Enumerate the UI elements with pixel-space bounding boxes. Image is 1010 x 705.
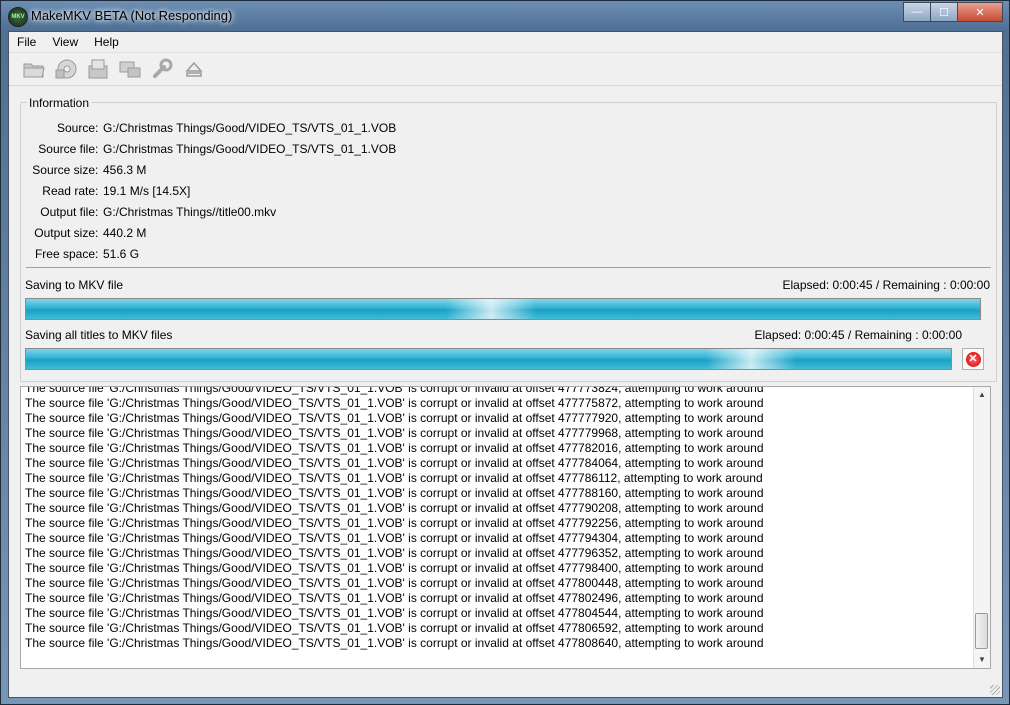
info-row-free-space: Free space: 51.6 G (21, 247, 139, 265)
client-area: File View Help Information Source: G:/C… (8, 31, 1003, 698)
maximize-button[interactable]: ☐ (930, 2, 958, 22)
app-window: MKV MakeMKV BETA (Not Responding) — ☐ ✕ … (0, 0, 1010, 705)
log-line: The source file 'G:/Christmas Things/Goo… (25, 591, 764, 605)
information-title: Information (27, 96, 92, 110)
info-value: 19.1 M/s [14.5X] (103, 184, 191, 198)
make-mkv-icon[interactable] (117, 56, 143, 82)
info-row-output-file: Output file: G:/Christmas Things//title0… (21, 205, 276, 223)
scroll-thumb[interactable] (975, 613, 988, 649)
progress-fill-total (26, 349, 951, 369)
log-line: The source file 'G:/Christmas Things/Goo… (25, 576, 764, 590)
info-row-read-rate: Read rate: 19.1 M/s [14.5X] (21, 184, 190, 202)
menu-help[interactable]: Help (86, 35, 127, 49)
progress-bar-total (25, 348, 952, 370)
information-group: Information Source: G:/Christmas Things/… (20, 96, 997, 382)
log-lines: The source file 'G:/Christmas Things/Goo… (25, 386, 975, 651)
log-line: The source file 'G:/Christmas Things/Goo… (25, 426, 764, 440)
window-title: MakeMKV BETA (Not Responding) (31, 8, 233, 23)
log-line: The source file 'G:/Christmas Things/Goo… (25, 531, 764, 545)
info-label: Output size (34, 226, 95, 240)
info-row-source: Source: G:/Christmas Things/Good/VIDEO_T… (21, 121, 396, 139)
info-value: G:/Christmas Things//title00.mkv (103, 205, 277, 219)
info-value: 440.2 M (103, 226, 147, 240)
menu-file[interactable]: File (9, 35, 44, 49)
log-line: The source file 'G:/Christmas Things/Goo… (25, 606, 764, 620)
info-label: Free space (34, 247, 95, 261)
status-bar (9, 673, 1002, 697)
info-label: Source size (32, 163, 95, 177)
info-label: Source file (38, 142, 95, 156)
info-label: Source (56, 121, 95, 135)
log-line: The source file 'G:/Christmas Things/Goo… (25, 501, 764, 515)
eject-icon[interactable] (181, 56, 207, 82)
progress-bar-current (25, 298, 981, 320)
menu-view[interactable]: View (44, 35, 86, 49)
menu-bar: File View Help (9, 32, 1002, 53)
open-files-icon[interactable] (21, 56, 47, 82)
preferences-wrench-icon[interactable] (149, 56, 175, 82)
info-row-source-file: Source file: G:/Christmas Things/Good/VI… (21, 142, 396, 160)
progress-elapsed-current: Elapsed: 0:00:45 / Remaining : 0:00:00 (782, 278, 990, 292)
window-controls: — ☐ ✕ (903, 2, 1003, 22)
makemkv-logo-icon: MKV (8, 7, 28, 27)
log-line: The source file 'G:/Christmas Things/Goo… (25, 546, 764, 560)
info-row-source-size: Source size: 456.3 M (21, 163, 146, 181)
resize-grip-icon[interactable] (990, 685, 1000, 695)
progress-label-total: Saving all titles to MKV files (25, 328, 173, 342)
scroll-down-icon[interactable]: ▼ (974, 652, 990, 668)
info-label: Read rate (42, 184, 95, 198)
log-output[interactable]: The source file 'G:/Christmas Things/Goo… (20, 386, 991, 669)
close-button[interactable]: ✕ (957, 2, 1003, 22)
log-line: The source file 'G:/Christmas Things/Goo… (25, 411, 764, 425)
cancel-button[interactable]: ✕ (962, 348, 984, 370)
progress-fill-current (26, 299, 980, 319)
log-line: The source file 'G:/Christmas Things/Goo… (25, 456, 764, 470)
log-line: The source file 'G:/Christmas Things/Goo… (25, 471, 763, 485)
info-value: 51.6 G (103, 247, 140, 261)
progress-elapsed-total: Elapsed: 0:00:45 / Remaining : 0:00:00 (754, 328, 962, 342)
minimize-button[interactable]: — (903, 2, 931, 22)
info-value: G:/Christmas Things/Good/VIDEO_TS/VTS_01… (103, 142, 397, 156)
backup-icon[interactable] (85, 56, 111, 82)
log-line: The source file 'G:/Christmas Things/Goo… (25, 561, 764, 575)
log-line: The source file 'G:/Christmas Things/Goo… (25, 486, 764, 500)
info-label: Output file (40, 205, 95, 219)
log-line: The source file 'G:/Christmas Things/Goo… (25, 386, 764, 395)
progress-label-current: Saving to MKV file (25, 278, 124, 292)
separator (26, 267, 991, 268)
log-line: The source file 'G:/Christmas Things/Goo… (25, 636, 764, 650)
info-row-output-size: Output size: 440.2 M (21, 226, 146, 244)
open-disc-icon[interactable] (53, 56, 79, 82)
scroll-up-icon[interactable]: ▲ (974, 387, 990, 403)
log-line: The source file 'G:/Christmas Things/Goo… (25, 621, 764, 635)
title-bar[interactable]: MKV MakeMKV BETA (Not Responding) — ☐ ✕ (1, 1, 1009, 31)
cancel-icon: ✕ (965, 351, 981, 367)
toolbar (9, 53, 1002, 86)
log-line: The source file 'G:/Christmas Things/Goo… (25, 516, 764, 530)
info-value: G:/Christmas Things/Good/VIDEO_TS/VTS_01… (103, 121, 397, 135)
log-scrollbar[interactable]: ▲ ▼ (973, 387, 990, 668)
log-line: The source file 'G:/Christmas Things/Goo… (25, 396, 764, 410)
info-value: 456.3 M (103, 163, 147, 177)
log-line: The source file 'G:/Christmas Things/Goo… (25, 441, 764, 455)
